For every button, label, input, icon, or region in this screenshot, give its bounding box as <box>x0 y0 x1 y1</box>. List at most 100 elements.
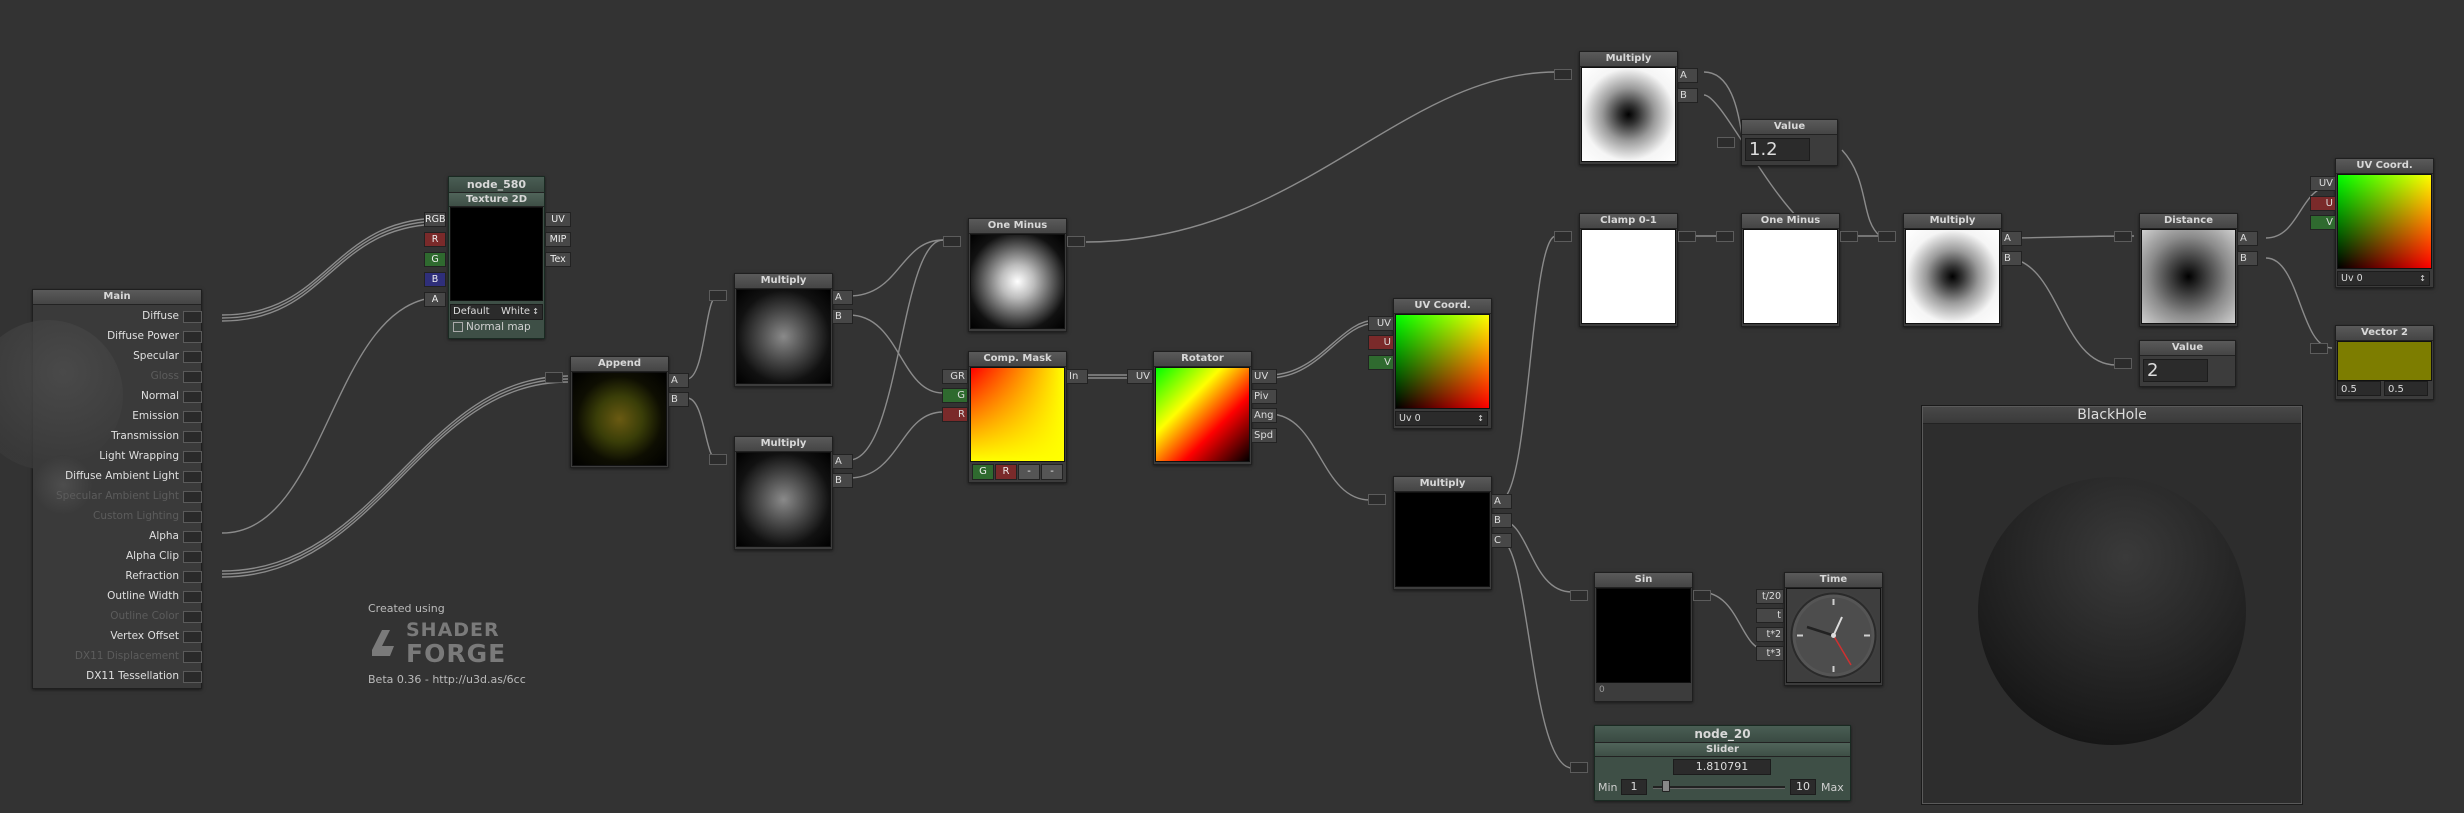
rotator-port-uv[interactable]: UV <box>1251 369 1277 384</box>
slider-track[interactable] <box>1653 786 1785 789</box>
time-port[interactable]: t <box>1756 608 1784 623</box>
rotator-port-ang[interactable]: Ang <box>1251 408 1277 423</box>
normal-map-checkbox[interactable] <box>453 322 463 332</box>
distance-node[interactable]: Distance <box>2139 213 2238 327</box>
main-input-pin[interactable] <box>183 551 202 563</box>
uv-coord-right-port-v[interactable]: V <box>2310 215 2336 230</box>
main-input-pin[interactable] <box>183 311 202 323</box>
multiply-right-input-pin[interactable] <box>1878 231 1896 242</box>
multiply-bottom-node[interactable]: Multiply <box>734 436 833 550</box>
one-minus-right-input-pin[interactable] <box>1716 231 1734 242</box>
multiply-top-right-node[interactable]: Multiply <box>1579 51 1678 165</box>
time-node[interactable]: Time <box>1784 572 1883 686</box>
comp-mask-channel-button[interactable]: G <box>972 464 994 480</box>
uv-coord-right-node[interactable]: UV Coord. Uv 0 ↕ <box>2335 158 2434 288</box>
main-input-pin[interactable] <box>183 411 202 423</box>
rotator-port-piv[interactable]: Piv <box>1251 389 1277 404</box>
multiply-mid-node[interactable]: Multiply <box>1393 476 1492 590</box>
multiply-top-port-b[interactable]: B <box>832 309 853 324</box>
value-top-output-pin[interactable] <box>1717 137 1735 148</box>
clamp-input-pin[interactable] <box>1554 231 1572 242</box>
texture2d-port-a[interactable]: A <box>424 292 446 307</box>
main-input-pin[interactable] <box>183 331 202 343</box>
multiply-top-right-port-b[interactable]: B <box>1677 88 1698 103</box>
texture2d-port-uv[interactable]: UV <box>545 212 571 227</box>
multiply-mid-port-a[interactable]: A <box>1491 494 1512 509</box>
main-input-pin[interactable] <box>183 491 202 503</box>
rotator-port-spd[interactable]: Spd <box>1251 428 1277 443</box>
uv-coord-right-select[interactable]: Uv 0 ↕ <box>2337 271 2430 286</box>
append-port-b[interactable]: B <box>668 392 689 407</box>
texture2d-port-mip[interactable]: MIP <box>545 232 571 247</box>
texture2d-port-g[interactable]: G <box>424 252 446 267</box>
multiply-mid-port-b[interactable]: B <box>1491 513 1512 528</box>
main-input-pin[interactable] <box>183 591 202 603</box>
multiply-mid-input-pin[interactable] <box>1368 494 1386 505</box>
main-input-pin[interactable] <box>183 391 202 403</box>
slider-max-field[interactable]: 10 <box>1790 779 1816 795</box>
distance-port-b[interactable]: B <box>2237 251 2258 266</box>
multiply-top-right-port-a[interactable]: A <box>1677 68 1698 83</box>
one-minus-left-input-pin[interactable] <box>943 236 961 247</box>
multiply-mid-port-c[interactable]: C <box>1491 533 1512 548</box>
uv-coord-mid-port-v[interactable]: V <box>1368 355 1394 370</box>
distance-port-a[interactable]: A <box>2237 231 2258 246</box>
uv-coord-right-port-uv[interactable]: UV <box>2310 176 2336 191</box>
append-input-pin[interactable] <box>545 372 563 383</box>
vector2-node[interactable]: Vector 2 0.5 0.5 <box>2335 325 2434 400</box>
comp-mask-port-gr[interactable]: GR <box>942 369 968 384</box>
rotator-port-uv-in[interactable]: UV <box>1127 369 1153 384</box>
uv-coord-mid-port-uv[interactable]: UV <box>1368 316 1394 331</box>
main-input-pin[interactable] <box>183 471 202 483</box>
texture-default-select[interactable]: Default White ↕ <box>450 304 543 320</box>
sin-node[interactable]: Sin 0 <box>1594 572 1693 702</box>
value-bottom-output-pin[interactable] <box>2114 358 2132 369</box>
distance-input-pin[interactable] <box>2114 231 2132 242</box>
one-minus-left-output-pin[interactable] <box>1067 236 1085 247</box>
texture2d-preview[interactable] <box>450 207 543 301</box>
comp-mask-channel-button[interactable]: R <box>995 464 1017 480</box>
append-node[interactable]: Append <box>570 356 669 468</box>
uv-coord-right-port-u[interactable]: U <box>2310 196 2336 211</box>
sin-input-pin[interactable] <box>1570 590 1588 601</box>
multiply-bottom-input-pin[interactable] <box>709 454 727 465</box>
sin-output-pin[interactable] <box>1693 590 1711 601</box>
vector2-output-pin[interactable] <box>2310 343 2328 354</box>
multiply-top-right-input-pin[interactable] <box>1554 69 1572 80</box>
comp-mask-port-in[interactable]: In <box>1066 369 1088 384</box>
time-port[interactable]: t*3 <box>1756 646 1784 661</box>
comp-mask-node[interactable]: Comp. Mask GR-- <box>968 351 1067 483</box>
multiply-top-port-a[interactable]: A <box>832 290 853 305</box>
multiply-right-port-a[interactable]: A <box>2001 231 2022 246</box>
time-port[interactable]: t*2 <box>1756 627 1784 642</box>
texture2d-port-b[interactable]: B <box>424 272 446 287</box>
normal-map-toggle[interactable]: Normal map <box>450 320 541 334</box>
one-minus-left-node[interactable]: One Minus <box>968 218 1067 332</box>
comp-mask-port-r[interactable]: R <box>942 407 968 422</box>
value-top-field[interactable]: 1.2 <box>1745 138 1810 161</box>
main-input-pin[interactable] <box>183 451 202 463</box>
slider-min-field[interactable]: 1 <box>1621 779 1647 795</box>
texture2d-port-r[interactable]: R <box>424 232 446 247</box>
one-minus-right-node[interactable]: One Minus <box>1741 213 1840 327</box>
vector2-y-field[interactable]: 0.5 <box>2384 381 2428 396</box>
texture2d-port-tex[interactable]: Tex <box>545 252 571 267</box>
value-top-node[interactable]: Value 1.2 <box>1741 119 1838 166</box>
clamp-output-pin[interactable] <box>1678 231 1696 242</box>
slider-thumb[interactable] <box>1661 780 1670 792</box>
multiply-right-port-b[interactable]: B <box>2001 251 2022 266</box>
texture2d-node[interactable]: node_580 Texture 2D Default White ↕ Norm… <box>448 176 545 339</box>
main-input-pin[interactable] <box>183 531 202 543</box>
slider-value-field[interactable]: 1.810791 <box>1673 759 1771 775</box>
comp-mask-channel-button[interactable]: - <box>1018 464 1040 480</box>
comp-mask-channel-button[interactable]: - <box>1041 464 1063 480</box>
rotator-node[interactable]: Rotator <box>1153 351 1252 465</box>
main-input-pin[interactable] <box>183 631 202 643</box>
main-input-pin[interactable] <box>183 611 202 623</box>
main-node[interactable]: Main Diffuse Diffuse Power Specular Gloss No… <box>0 289 202 689</box>
value-bottom-node[interactable]: Value 2 <box>2139 340 2236 387</box>
preview-window[interactable]: BlackHole <box>1922 406 2302 804</box>
comp-mask-port-g[interactable]: G <box>942 388 968 403</box>
time-port[interactable]: t/20 <box>1756 589 1784 604</box>
multiply-bottom-port-a[interactable]: A <box>832 454 853 469</box>
